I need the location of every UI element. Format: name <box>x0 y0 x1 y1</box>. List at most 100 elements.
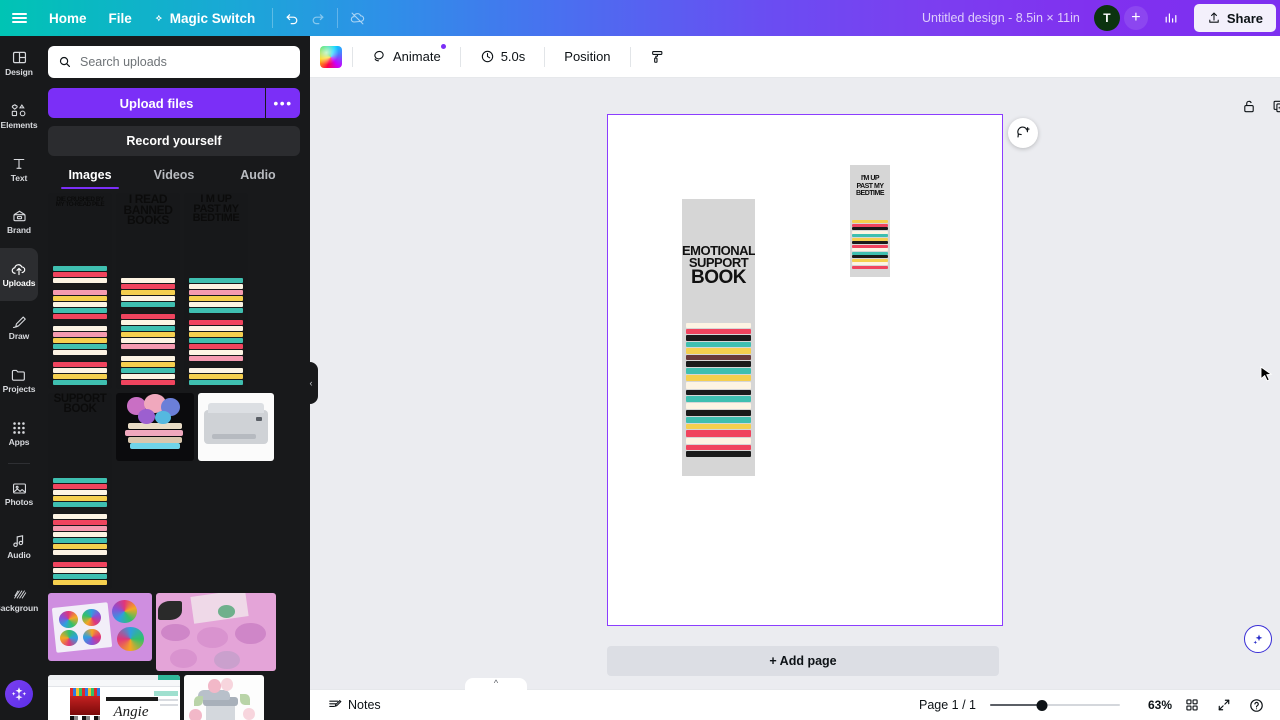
help-icon[interactable] <box>1244 693 1268 717</box>
rainbow-color-icon[interactable] <box>320 46 342 68</box>
menu-item-magic-switch-label: Magic Switch <box>170 11 256 26</box>
bookmark-book-stack-emotional <box>686 323 750 458</box>
record-yourself-button-label: Record yourself <box>126 134 221 148</box>
search-icon <box>58 55 72 69</box>
sidebar-item-design-label: Design <box>5 68 33 77</box>
printer-art <box>204 410 268 444</box>
thumbnail-angie-design-software-screenshot[interactable]: Angie <box>48 675 180 720</box>
folder-icon <box>10 367 28 383</box>
zoom-slider-knob[interactable] <box>1037 700 1048 711</box>
page-indicator: Page 1 / 1 <box>919 698 976 712</box>
transparency-button[interactable] <box>641 43 674 71</box>
menu-item-file[interactable]: File <box>98 4 143 32</box>
tab-audio[interactable]: Audio <box>216 168 300 189</box>
duration-button[interactable]: 5.0s <box>471 43 535 71</box>
poster-title-3: SUPPORTBOOK <box>48 394 112 414</box>
sidebar-item-text[interactable]: Text <box>0 142 38 195</box>
sidebar-item-projects[interactable]: Projects <box>0 354 38 407</box>
timeline-toggle[interactable]: ^ <box>465 678 527 690</box>
upload-files-button-label: Upload files <box>120 96 194 111</box>
redo-icon[interactable] <box>305 5 331 31</box>
sidebar-item-draw-label: Draw <box>9 332 29 341</box>
notes-button-label: Notes <box>348 698 381 712</box>
sidebar-item-elements[interactable]: Elements <box>0 89 38 142</box>
thumbnail-floral-book-stack-photo[interactable] <box>116 393 194 461</box>
thumbnail-im-up-past-my-bedtime-bookmark[interactable]: I M UPPAST MYBEDTIME <box>184 193 248 389</box>
add-page-button[interactable]: + Add page <box>607 646 999 676</box>
sidebar-item-brand[interactable]: Brand <box>0 195 38 248</box>
duration-label: 5.0s <box>501 49 526 64</box>
canvas-stage[interactable]: EMOTIONALSUPPORTBOOK <box>310 78 1280 689</box>
undo-icon[interactable] <box>279 5 305 31</box>
cloud-saved-icon[interactable] <box>344 5 370 31</box>
menu-item-home[interactable]: Home <box>38 4 98 32</box>
upload-files-button[interactable]: Upload files <box>48 88 265 118</box>
ai-assistant-button[interactable] <box>5 680 33 708</box>
animate-button[interactable]: Animate <box>363 43 450 71</box>
zoom-value[interactable]: 63% <box>1132 698 1172 712</box>
bar-chart-icon[interactable] <box>1158 5 1184 31</box>
bookmark-emotional-support-book[interactable]: EMOTIONALSUPPORTBOOK <box>682 199 755 476</box>
thumbnail-i-read-banned-books-bookmark[interactable]: I READBANNEDBOOKS <box>116 193 180 389</box>
book-stack-3 <box>53 478 107 585</box>
sidebar-item-uploads[interactable]: Uploads <box>0 248 38 301</box>
sidebar-item-design[interactable]: Design <box>0 36 38 89</box>
notes-button[interactable]: Notes <box>322 695 387 715</box>
thumbnail-pink-craft-sheets-photo[interactable] <box>156 593 276 671</box>
magic-rotate-button[interactable] <box>1008 118 1038 148</box>
bookmark-title-emotional: EMOTIONALSUPPORTBOOK <box>682 245 755 286</box>
share-button[interactable]: Share <box>1194 4 1276 32</box>
uploads-panel: Upload files ••• Record yourself Images … <box>38 36 310 720</box>
sidebar-item-photos[interactable]: Photos <box>0 467 38 520</box>
sidebar-item-audio[interactable]: Audio <box>0 520 38 573</box>
sidebar-item-apps[interactable]: Apps <box>0 407 38 460</box>
mandala-art <box>48 593 152 661</box>
upload-icon <box>1207 11 1221 25</box>
duplicate-icon[interactable] <box>1272 99 1280 114</box>
sidebar-item-elements-label: Elements <box>1 121 38 130</box>
mouse-cursor <box>1260 366 1273 384</box>
chevron-up-icon: ^ <box>494 678 498 688</box>
zoom-slider[interactable] <box>990 698 1120 712</box>
editor-toolbar: Animate 5.0s Position <box>310 36 1280 78</box>
grid-view-icon[interactable] <box>1180 693 1204 717</box>
thumbnail-mandala-stickers-photo[interactable] <box>48 593 152 661</box>
uploads-grid: DIE CRUSHED BYMY TO-READ PILE I READBANN… <box>38 189 310 720</box>
tab-images[interactable]: Images <box>48 168 132 189</box>
top-app-bar: Home File Magic Switch <box>0 0 1280 36</box>
ellipsis-icon[interactable]: ••• <box>266 88 300 118</box>
mixer-art <box>184 675 264 720</box>
thumbnail-die-crushed-bookmark[interactable]: DIE CRUSHED BYMY TO-READ PILE <box>48 193 112 389</box>
position-button-label: Position <box>564 49 610 64</box>
brand-icon <box>11 208 28 224</box>
sidebar-item-projects-label: Projects <box>3 385 36 394</box>
animate-button-label: Animate <box>393 49 441 64</box>
hamburger-icon[interactable] <box>0 11 38 25</box>
search-box[interactable] <box>48 46 300 78</box>
search-input[interactable] <box>80 55 290 69</box>
bookmark-im-up-past-my-bedtime[interactable]: I'M UPPAST MYBEDTIME <box>850 165 890 277</box>
fullscreen-icon[interactable] <box>1212 693 1236 717</box>
tab-videos[interactable]: Videos <box>132 168 216 189</box>
record-yourself-button[interactable]: Record yourself <box>48 126 300 156</box>
book-stack-0 <box>53 266 107 385</box>
collapse-panel-handle[interactable]: ‹ <box>304 362 318 404</box>
unlock-icon[interactable] <box>1242 99 1256 114</box>
rail-divider <box>8 463 30 464</box>
ai-magic-fab[interactable] <box>1244 625 1272 653</box>
menu-item-magic-switch[interactable]: Magic Switch <box>143 4 267 32</box>
invite-members-plus-icon[interactable]: + <box>1124 6 1148 30</box>
position-button[interactable]: Position <box>555 43 619 71</box>
tab-videos-label: Videos <box>154 168 195 182</box>
design-page[interactable]: EMOTIONALSUPPORTBOOK <box>607 114 1003 626</box>
avatar[interactable]: T <box>1094 5 1120 31</box>
sidebar-item-audio-label: Audio <box>7 551 31 560</box>
animate-new-badge <box>441 44 446 49</box>
sidebar-item-draw[interactable]: Draw <box>0 301 38 354</box>
zoom-slider-fill <box>990 704 1042 706</box>
document-title[interactable]: Untitled design - 8.5in × 11in <box>922 11 1080 25</box>
thumbnail-emotional-support-book-bookmark[interactable]: SUPPORTBOOK <box>48 393 112 589</box>
thumbnail-floral-mixer-photo[interactable] <box>184 675 264 720</box>
sidebar-item-background[interactable]: Background <box>0 573 38 626</box>
thumbnail-printer-photo[interactable] <box>198 393 274 461</box>
